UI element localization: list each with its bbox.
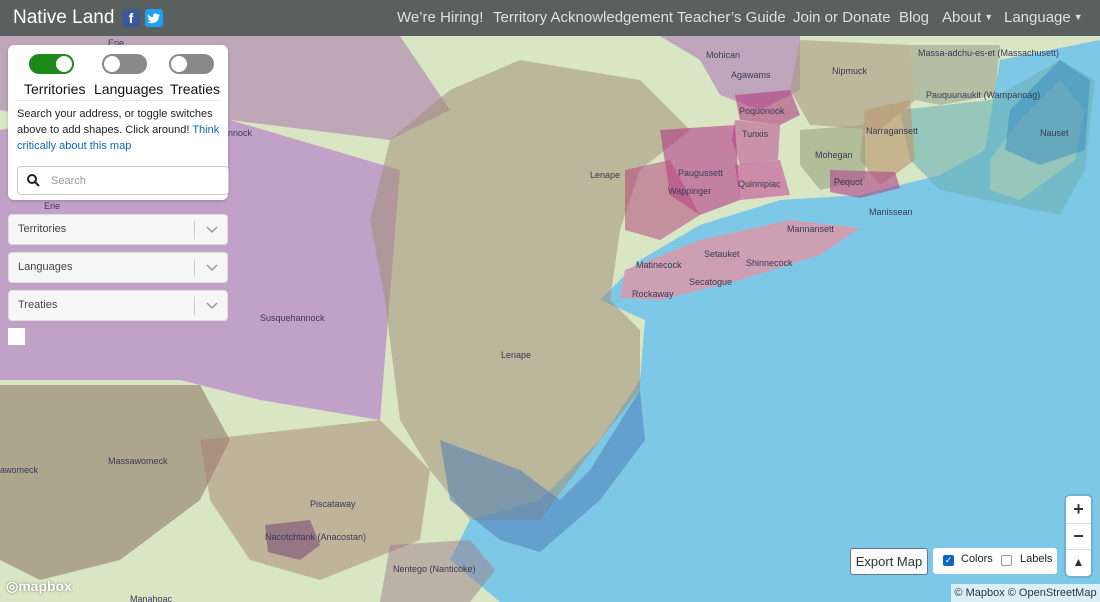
- map-label: Pequot: [834, 177, 863, 187]
- nav-about[interactable]: About ▼: [942, 9, 993, 26]
- treaties-toggle[interactable]: [169, 54, 214, 74]
- map-options: ✓ Colors Labels: [933, 548, 1057, 574]
- colors-label: Colors: [961, 553, 993, 565]
- zoom-in-button[interactable]: +: [1066, 496, 1091, 522]
- brand-title[interactable]: Native Land: [13, 7, 114, 29]
- map-label: Lenape: [501, 350, 531, 360]
- compass-button[interactable]: ▲: [1066, 549, 1091, 575]
- nav-blog[interactable]: Blog: [899, 9, 929, 26]
- map-label: Shinnecock: [746, 258, 793, 268]
- map-label: nnock: [228, 128, 253, 138]
- map-label: Erie: [44, 201, 60, 211]
- map-attribution[interactable]: © Mapbox © OpenStreetMap: [951, 584, 1100, 602]
- map-label: Mohegan: [815, 150, 853, 160]
- map-label: Lenape: [590, 170, 620, 180]
- map-label: Piscataway: [310, 499, 356, 509]
- nav-teachers-guide[interactable]: Teacher’s Guide: [677, 9, 786, 26]
- treaties-toggle-label: Treaties: [170, 81, 221, 97]
- languages-toggle[interactable]: [102, 54, 147, 74]
- dropdown-label: Treaties: [18, 299, 58, 311]
- map-label: Nauset: [1040, 128, 1069, 138]
- map-label: awomeck: [0, 465, 39, 475]
- chevron-down-icon: [206, 226, 218, 234]
- dropdown-label: Territories: [18, 223, 67, 235]
- map-label: Tunxis: [742, 129, 769, 139]
- mapbox-wordmark: mapbox: [18, 578, 72, 594]
- territories-dropdown[interactable]: Territories: [8, 214, 228, 245]
- map-label: Massawomeck: [108, 456, 168, 466]
- map-label: Susquehannock: [260, 313, 325, 323]
- map-label: Secatogue: [689, 277, 732, 287]
- colors-checkbox[interactable]: ✓: [943, 555, 954, 566]
- map-label: Rockaway: [632, 289, 674, 299]
- map-label: Agawams: [731, 70, 771, 80]
- map-label: Poquonook: [739, 106, 785, 116]
- nav-language-label: Language: [1004, 9, 1071, 26]
- toggle-knob: [56, 56, 72, 72]
- dropdown-label: Languages: [18, 261, 73, 273]
- map-label: Quinnipiac: [738, 179, 781, 189]
- map-label: Nentego (Nanticoke): [393, 564, 476, 574]
- map-label: Nipmuck: [832, 66, 868, 76]
- map-label: Narragansett: [866, 126, 919, 136]
- treaties-dropdown[interactable]: Treaties: [8, 290, 228, 321]
- blank-control[interactable]: [8, 328, 25, 345]
- nav-territory-acknowledgement[interactable]: Territory Acknowledgement: [493, 9, 673, 26]
- nav-language[interactable]: Language ▼: [1004, 9, 1083, 26]
- toggle-knob: [171, 56, 187, 72]
- labels-checkbox[interactable]: [1001, 555, 1012, 566]
- caret-down-icon: ▼: [1073, 12, 1083, 22]
- languages-toggle-label: Languages: [94, 81, 164, 97]
- map-label: Massa-adchu-es-et (Massachusett): [918, 48, 1059, 58]
- zoom-out-button[interactable]: −: [1066, 523, 1091, 549]
- labels-label: Labels: [1020, 553, 1053, 565]
- toggle-knob: [104, 56, 120, 72]
- map-label: Matinecock: [636, 260, 682, 270]
- search-placeholder: Search: [51, 175, 86, 187]
- map-label: Mohican: [706, 50, 740, 60]
- mapbox-logo[interactable]: ◎mapbox: [6, 578, 72, 595]
- map-label: Manissean: [869, 207, 913, 217]
- facebook-icon[interactable]: f: [122, 9, 140, 27]
- nav-join-donate[interactable]: Join or Donate: [793, 9, 891, 26]
- map-label: Paugussett: [678, 168, 724, 178]
- zoom-controls: + − ▲: [1066, 496, 1091, 576]
- instructions-text: Search your address, or toggle switches …: [17, 106, 222, 154]
- twitter-icon[interactable]: [145, 9, 163, 27]
- territory-tunxis[interactable]: [732, 120, 780, 165]
- dropdown-separator: [194, 297, 195, 315]
- divider: [16, 100, 220, 101]
- top-navbar: Native Land f We’re Hiring! Territory Ac…: [0, 0, 1100, 36]
- chevron-down-icon: [206, 264, 218, 272]
- chevron-down-icon: [206, 302, 218, 310]
- dropdown-separator: [194, 221, 195, 239]
- instructions-body: Search your address, or toggle switches …: [17, 108, 213, 136]
- map-label: Nacotchtank (Anacostan): [265, 532, 366, 542]
- export-map-button[interactable]: Export Map: [850, 548, 928, 575]
- languages-dropdown[interactable]: Languages: [8, 252, 228, 283]
- map-label: Setauket: [704, 249, 740, 259]
- map-label: Manahoac: [130, 594, 173, 602]
- dropdown-separator: [194, 259, 195, 277]
- mapbox-icon: ◎: [6, 578, 19, 594]
- territories-toggle[interactable]: [29, 54, 74, 74]
- nav-about-label: About: [942, 9, 982, 26]
- control-panel: Territories Languages Treaties Search yo…: [8, 45, 229, 200]
- territories-toggle-label: Territories: [24, 81, 86, 97]
- map-label: Mannansett: [787, 224, 835, 234]
- nav-hiring[interactable]: We’re Hiring!: [397, 9, 483, 26]
- map-label: Wappinger: [668, 186, 711, 196]
- search-icon: [27, 174, 40, 187]
- search-input[interactable]: Search: [17, 166, 229, 195]
- map-label: Pauquunaukit (Wampanoag): [926, 90, 1040, 100]
- caret-down-icon: ▼: [984, 12, 994, 22]
